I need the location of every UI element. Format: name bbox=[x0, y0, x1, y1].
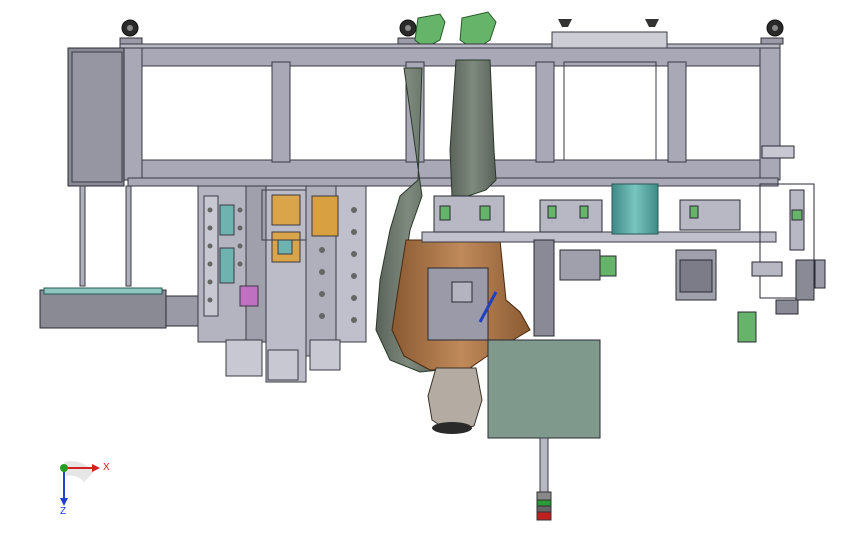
axis-triad: X Z bbox=[60, 461, 110, 517]
robot-tool-tip bbox=[432, 422, 472, 434]
signal-tower bbox=[536, 437, 552, 521]
right-sensor-group bbox=[675, 183, 826, 343]
center-column bbox=[533, 239, 555, 337]
caster-wheels bbox=[119, 19, 784, 45]
machine-assembly-view: X Z bbox=[39, 11, 826, 521]
cad-viewport[interactable]: X Z bbox=[0, 0, 867, 533]
top-cover-plate bbox=[551, 31, 668, 51]
x-axis-label: X bbox=[103, 462, 110, 473]
y-axis-dot bbox=[60, 464, 68, 472]
left-end-panel-inner bbox=[71, 51, 123, 183]
linear-rail bbox=[421, 231, 777, 243]
left-legs bbox=[79, 185, 132, 287]
cylinder bbox=[611, 183, 659, 235]
control-box bbox=[487, 339, 601, 439]
right-bracket bbox=[761, 145, 795, 159]
vertical-slide-modules bbox=[197, 185, 367, 383]
cable-chain-vertical bbox=[449, 59, 497, 197]
left-conveyor bbox=[39, 287, 201, 329]
z-axis-label: Z bbox=[60, 506, 66, 517]
robot-mount-plate bbox=[427, 267, 489, 341]
